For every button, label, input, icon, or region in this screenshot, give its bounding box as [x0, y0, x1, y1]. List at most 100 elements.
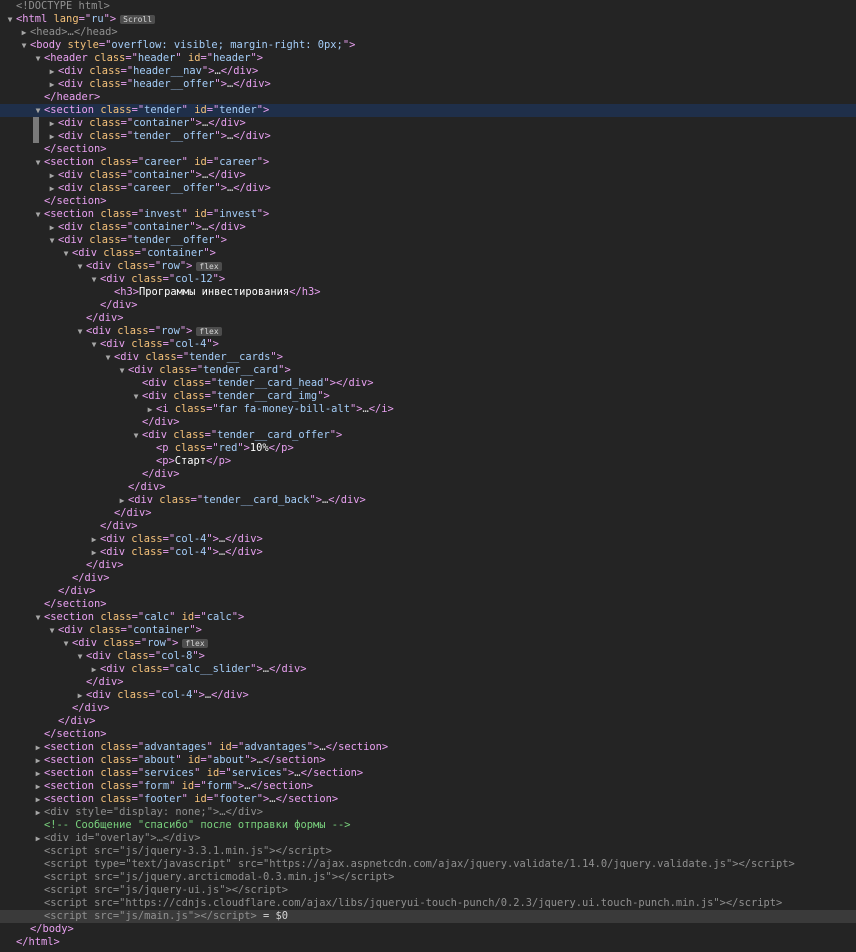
tag-name[interactable]: <div	[58, 234, 83, 246]
expand-triangle-icon[interactable]: ▼	[74, 650, 86, 663]
dom-node-row[interactable]: ▶</div>	[0, 702, 856, 715]
tag-name[interactable]: <section	[44, 767, 94, 779]
tag-name[interactable]: <div	[100, 663, 125, 675]
tag-name[interactable]: <h3	[114, 286, 133, 298]
expand-triangle-icon[interactable]: ▼	[102, 351, 114, 364]
attr-value[interactable]: row	[147, 637, 166, 649]
attr-value[interactable]: tender	[144, 104, 182, 116]
dom-node-row[interactable]: ▶</div>	[0, 676, 856, 689]
tag-name[interactable]: <div	[58, 65, 83, 77]
attr-name[interactable]: class	[145, 351, 176, 363]
attr-name[interactable]: class	[89, 624, 120, 636]
collapse-triangle-icon[interactable]: ▶	[32, 780, 44, 793]
tag-name[interactable]: <section	[44, 741, 94, 753]
attr-value[interactable]: tender__card	[203, 364, 278, 376]
attr-value[interactable]: col-4	[161, 689, 192, 701]
attr-value[interactable]: tender__card_head	[217, 377, 323, 389]
expand-triangle-icon[interactable]: ▼	[60, 247, 72, 260]
tag-name[interactable]: <div	[44, 806, 69, 818]
expand-triangle-icon[interactable]: ▼	[4, 13, 16, 26]
attr-value[interactable]: calc__slider	[175, 663, 250, 675]
attr-name[interactable]: class	[94, 52, 125, 64]
tag-name[interactable]: <div	[44, 832, 69, 844]
attr-value[interactable]: js/jquery-ui.js	[125, 884, 219, 896]
attr-value[interactable]: container	[133, 117, 189, 129]
attr-value[interactable]: tender__offer	[133, 234, 214, 246]
dom-node-row[interactable]: ▼ <section class="career" id="career">	[0, 156, 856, 169]
collapse-triangle-icon[interactable]: ▶	[74, 689, 86, 702]
attr-value[interactable]: js/jquery.arcticmodal-0.3.min.js	[125, 871, 325, 883]
tag-name[interactable]: <script	[44, 845, 88, 857]
expand-triangle-icon[interactable]: ▼	[32, 52, 44, 65]
attr-value[interactable]: col-12	[175, 273, 213, 285]
tag-name[interactable]: <section	[44, 156, 94, 168]
dom-node-row[interactable]: ▶ <div id="overlay">…</div>	[0, 832, 856, 845]
attr-name[interactable]: class	[173, 377, 204, 389]
tag-name[interactable]: <div	[86, 260, 111, 272]
attr-name[interactable]: src	[94, 871, 113, 883]
attr-value[interactable]: career	[144, 156, 182, 168]
attr-name[interactable]: class	[89, 221, 120, 233]
collapse-triangle-icon[interactable]: ▶	[32, 806, 44, 819]
attr-value[interactable]: advantages	[144, 741, 207, 753]
attr-value[interactable]: js/main.js	[125, 910, 188, 922]
collapse-triangle-icon[interactable]: ▶	[46, 117, 58, 130]
dom-node-row[interactable]: ▶<script src="js/main.js"></script> = $0	[0, 910, 856, 923]
tag-name[interactable]: <script	[44, 871, 88, 883]
attr-name[interactable]: src	[94, 910, 113, 922]
attr-value[interactable]: career	[219, 156, 257, 168]
attr-name[interactable]: class	[100, 611, 131, 623]
attr-value[interactable]: row	[161, 325, 180, 337]
dom-node-row[interactable]: ▶<!-- Сообщение "спасибо" после отправки…	[0, 819, 856, 832]
collapse-triangle-icon[interactable]: ▶	[116, 494, 128, 507]
tag-name[interactable]: <p	[156, 442, 169, 454]
collapse-triangle-icon[interactable]: ▶	[32, 767, 44, 780]
attr-value[interactable]: footer	[144, 793, 182, 805]
attr-value[interactable]: ru	[91, 13, 104, 25]
tag-name[interactable]: <script	[44, 858, 88, 870]
attr-name[interactable]: type	[94, 858, 119, 870]
dom-node-row[interactable]: ▶<!DOCTYPE html>	[0, 0, 856, 13]
attr-value[interactable]: form	[207, 780, 232, 792]
text-node[interactable]: Программы инвестирования	[139, 286, 289, 298]
layout-badge[interactable]: Scroll	[120, 14, 156, 24]
tag-name[interactable]: <div	[100, 338, 125, 350]
attr-name[interactable]: class	[175, 403, 206, 415]
tag-name[interactable]: <p	[156, 455, 169, 467]
tag-name[interactable]: <section	[44, 611, 94, 623]
tag-name[interactable]: <div	[72, 247, 97, 259]
expand-triangle-icon[interactable]: ▼	[116, 364, 128, 377]
expand-triangle-icon[interactable]: ▼	[74, 260, 86, 273]
attr-name[interactable]: class	[131, 663, 162, 675]
dom-node-row[interactable]: ▶ <section class="form" id="form">…</sect…	[0, 780, 856, 793]
expand-triangle-icon[interactable]: ▼	[74, 325, 86, 338]
tag-name[interactable]: <section	[44, 104, 94, 116]
tag-name[interactable]: <div	[72, 637, 97, 649]
attr-value[interactable]: header	[138, 52, 176, 64]
dom-node-row[interactable]: ▼ <div class="col-12">	[0, 273, 856, 286]
dom-node-row[interactable]: ▶</div>	[0, 299, 856, 312]
text-node[interactable]: 10%	[250, 442, 269, 454]
attr-name[interactable]: src	[94, 845, 113, 857]
dom-node-row[interactable]: ▶ <section class="footer" id="footer">…</…	[0, 793, 856, 806]
attr-name[interactable]: class	[100, 767, 131, 779]
dom-node-row[interactable]: ▶</html>	[0, 936, 856, 949]
attr-value[interactable]: tender__cards	[189, 351, 270, 363]
dom-node-row[interactable]: ▼ <div class="row"> flex	[0, 260, 856, 273]
attr-name[interactable]: class	[100, 754, 131, 766]
attr-name[interactable]: class	[89, 117, 120, 129]
attr-name[interactable]: id	[207, 767, 220, 779]
expand-triangle-icon[interactable]: ▼	[32, 611, 44, 624]
attr-name[interactable]: class	[103, 637, 134, 649]
attr-name[interactable]: id	[188, 754, 201, 766]
dom-node-row[interactable]: ▶ <div class="container">…</div>	[0, 169, 856, 182]
attr-name[interactable]: id	[194, 208, 207, 220]
collapse-triangle-icon[interactable]: ▶	[46, 182, 58, 195]
tag-name[interactable]: <div	[58, 78, 83, 90]
attr-value[interactable]: tender__card_img	[217, 390, 317, 402]
tag-name[interactable]: <div	[142, 390, 167, 402]
tag-name[interactable]: <div	[142, 429, 167, 441]
dom-node-row[interactable]: ▶<h3>Программы инвестирования</h3>	[0, 286, 856, 299]
dom-node-row[interactable]: ▶ <section class="services" id="services"…	[0, 767, 856, 780]
attr-value[interactable]: services	[232, 767, 282, 779]
